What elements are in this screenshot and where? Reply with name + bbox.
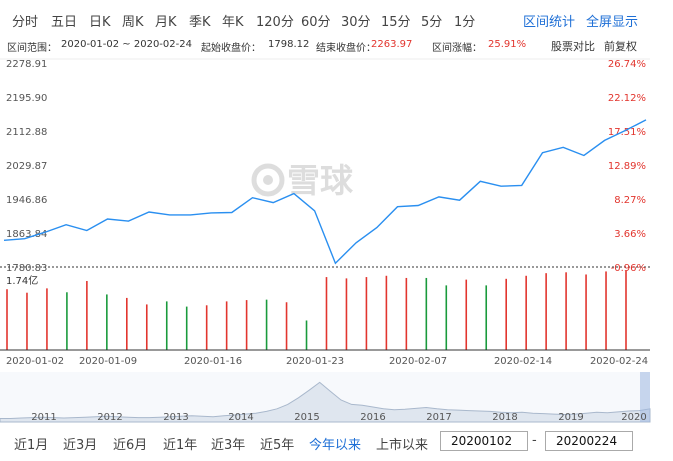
tab-five-day[interactable]: 五日 bbox=[51, 11, 77, 30]
x-date-label: 2020-01-09 bbox=[79, 356, 137, 367]
range-5-years[interactable]: 近5年 bbox=[260, 434, 294, 453]
x-date-label: 2020-01-02 bbox=[6, 356, 64, 367]
y-tick-label: 2112.88 bbox=[6, 127, 47, 138]
start-close-label: 起始收盘价： bbox=[201, 43, 261, 54]
period-tabs: 分时 五日 日K 周K 月K 季K 年K 120分 60分 30分 15分 5分… bbox=[0, 0, 673, 38]
range-6-months[interactable]: 近6月 bbox=[113, 434, 147, 453]
tab-5min[interactable]: 5分 bbox=[421, 11, 442, 30]
tab-1min[interactable]: 1分 bbox=[454, 11, 475, 30]
end-close-value: 2263.97 bbox=[371, 39, 413, 50]
y-tick-pct-label: 8.27% bbox=[614, 195, 646, 206]
y-tick-pct-label: 22.12% bbox=[608, 93, 646, 104]
x-date-label: 2020-02-24 bbox=[590, 356, 648, 367]
y-tick-pct-label: 12.89% bbox=[608, 161, 646, 172]
navigator-year-label: 2018 bbox=[492, 412, 517, 423]
tab-30min[interactable]: 30分 bbox=[341, 11, 371, 30]
price-chart[interactable]: 雪球 2278.912195.902112.882029.871946.8618… bbox=[0, 55, 673, 425]
tab-daily-k[interactable]: 日K bbox=[89, 11, 111, 30]
end-close-label: 结束收盘价： bbox=[316, 43, 376, 54]
range-3-months[interactable]: 近3月 bbox=[63, 434, 97, 453]
y-tick-label: 2278.91 bbox=[6, 59, 47, 70]
navigator-year-label: 2020 bbox=[621, 412, 646, 423]
x-date-label: 2020-02-07 bbox=[389, 356, 447, 367]
stock-chart-widget: 分时 五日 日K 周K 月K 季K 年K 120分 60分 30分 15分 5分… bbox=[0, 0, 673, 461]
tab-120min[interactable]: 120分 bbox=[256, 11, 294, 30]
range-buttons: 近1月 近3月 近6月 近1年 近3年 近5年 今年以来 上市以来 - bbox=[0, 426, 673, 458]
navigator-year-label: 2019 bbox=[558, 412, 583, 423]
x-date-label: 2020-01-16 bbox=[184, 356, 242, 367]
y-tick-label: 1780.83 bbox=[6, 263, 47, 274]
date-to-input[interactable] bbox=[545, 431, 633, 451]
date-separator: - bbox=[532, 433, 537, 448]
tab-intraday[interactable]: 分时 bbox=[12, 11, 38, 30]
tab-yearly-k[interactable]: 年K bbox=[222, 11, 244, 30]
y-tick-label: 2195.90 bbox=[6, 93, 47, 104]
time-navigator[interactable]: 2011 2012 2013 2014 2015 2016 2017 2018 2019 2020 bbox=[0, 372, 651, 423]
y-tick-label: 1946.86 bbox=[6, 195, 47, 206]
navigator-year-label: 2016 bbox=[360, 412, 385, 423]
x-date-label: 2020-02-14 bbox=[494, 356, 552, 367]
navigator-year-label: 2011 bbox=[31, 412, 56, 423]
watermark-text: 雪球 bbox=[287, 161, 354, 200]
tab-weekly-k[interactable]: 周K bbox=[122, 11, 144, 30]
y-tick-label: 2029.87 bbox=[6, 161, 47, 172]
range-value: 2020-01-02 ~ 2020-02-24 bbox=[61, 39, 192, 50]
y-tick-pct-label: 3.66% bbox=[614, 229, 646, 240]
y-tick-pct-label: 26.74% bbox=[608, 59, 646, 70]
range-label: 区间范围： bbox=[7, 43, 57, 54]
navigator-year-label: 2014 bbox=[228, 412, 253, 423]
navigator-year-label: 2013 bbox=[163, 412, 188, 423]
y-tick-pct-label: -0.96% bbox=[611, 263, 646, 274]
navigator-year-label: 2012 bbox=[97, 412, 122, 423]
range-since-listing[interactable]: 上市以来 bbox=[376, 434, 428, 453]
volume-max-label: 1.74亿 bbox=[6, 274, 38, 287]
fullscreen-button[interactable]: 全屏显示 bbox=[586, 11, 638, 30]
range-1-month[interactable]: 近1月 bbox=[14, 434, 48, 453]
tab-15min[interactable]: 15分 bbox=[381, 11, 411, 30]
range-3-years[interactable]: 近3年 bbox=[211, 434, 245, 453]
adjustment-selector[interactable]: 前复权 bbox=[604, 38, 637, 54]
tab-quarterly-k[interactable]: 季K bbox=[189, 11, 211, 30]
navigator-year-label: 2015 bbox=[294, 412, 319, 423]
interval-info-bar: 区间范围： 2020-01-02 ~ 2020-02-24 起始收盘价： 179… bbox=[0, 39, 673, 55]
change-value: 25.91% bbox=[488, 39, 527, 50]
range-ytd[interactable]: 今年以来 bbox=[309, 434, 361, 453]
stock-compare-button[interactable]: 股票对比 bbox=[551, 38, 595, 54]
date-from-input[interactable] bbox=[440, 431, 528, 451]
tab-60min[interactable]: 60分 bbox=[301, 11, 331, 30]
range-1-year[interactable]: 近1年 bbox=[163, 434, 197, 453]
navigator-year-label: 2017 bbox=[426, 412, 451, 423]
x-date-label: 2020-01-23 bbox=[286, 356, 344, 367]
start-close-value: 1798.12 bbox=[268, 39, 310, 50]
change-label: 区间涨幅： bbox=[432, 43, 482, 54]
tab-monthly-k[interactable]: 月K bbox=[155, 11, 177, 30]
interval-stats-button[interactable]: 区间统计 bbox=[523, 11, 575, 30]
watermark: 雪球 bbox=[251, 161, 354, 200]
